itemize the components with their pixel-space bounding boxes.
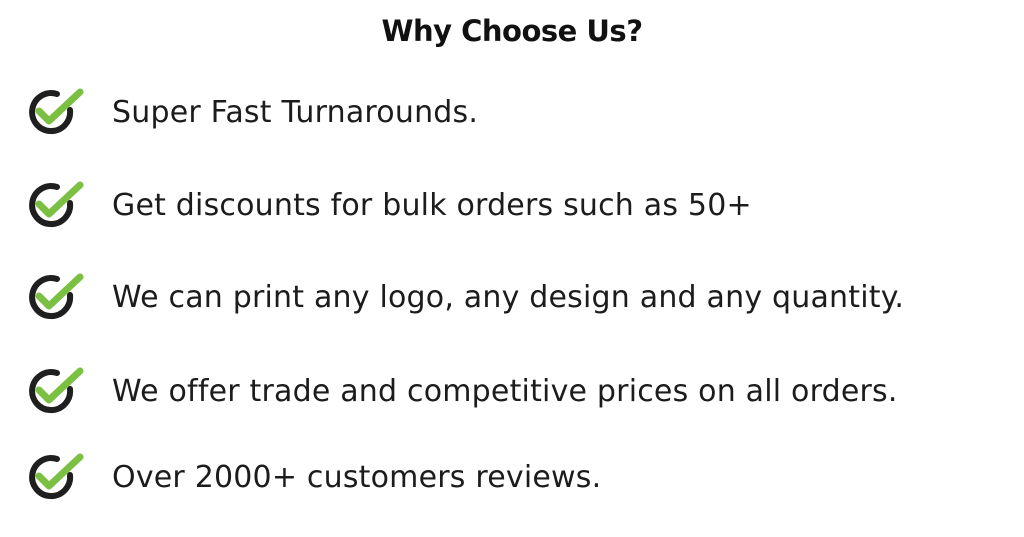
list-item: Over 2000+ customers reviews. — [22, 448, 601, 506]
list-item: We can print any logo, any design and an… — [22, 268, 904, 326]
list-item-label: We can print any logo, any design and an… — [112, 279, 905, 315]
check-circle-icon — [22, 268, 88, 326]
list-item-label: Get discounts for bulk orders such as 50… — [112, 187, 752, 223]
check-circle-icon — [22, 176, 88, 234]
list-item-label: We offer trade and competitive prices on… — [112, 373, 898, 409]
benefits-list: Super Fast Turnarounds. Get discounts fo… — [0, 0, 1024, 537]
check-circle-icon — [22, 362, 88, 420]
check-circle-icon — [22, 448, 88, 506]
list-item-label: Super Fast Turnarounds. — [112, 94, 479, 130]
check-circle-icon — [22, 83, 88, 141]
list-item: We offer trade and competitive prices on… — [22, 362, 898, 420]
list-item: Super Fast Turnarounds. — [22, 83, 478, 141]
list-item: Get discounts for bulk orders such as 50… — [22, 176, 752, 234]
list-item-label: Over 2000+ customers reviews. — [112, 459, 602, 495]
